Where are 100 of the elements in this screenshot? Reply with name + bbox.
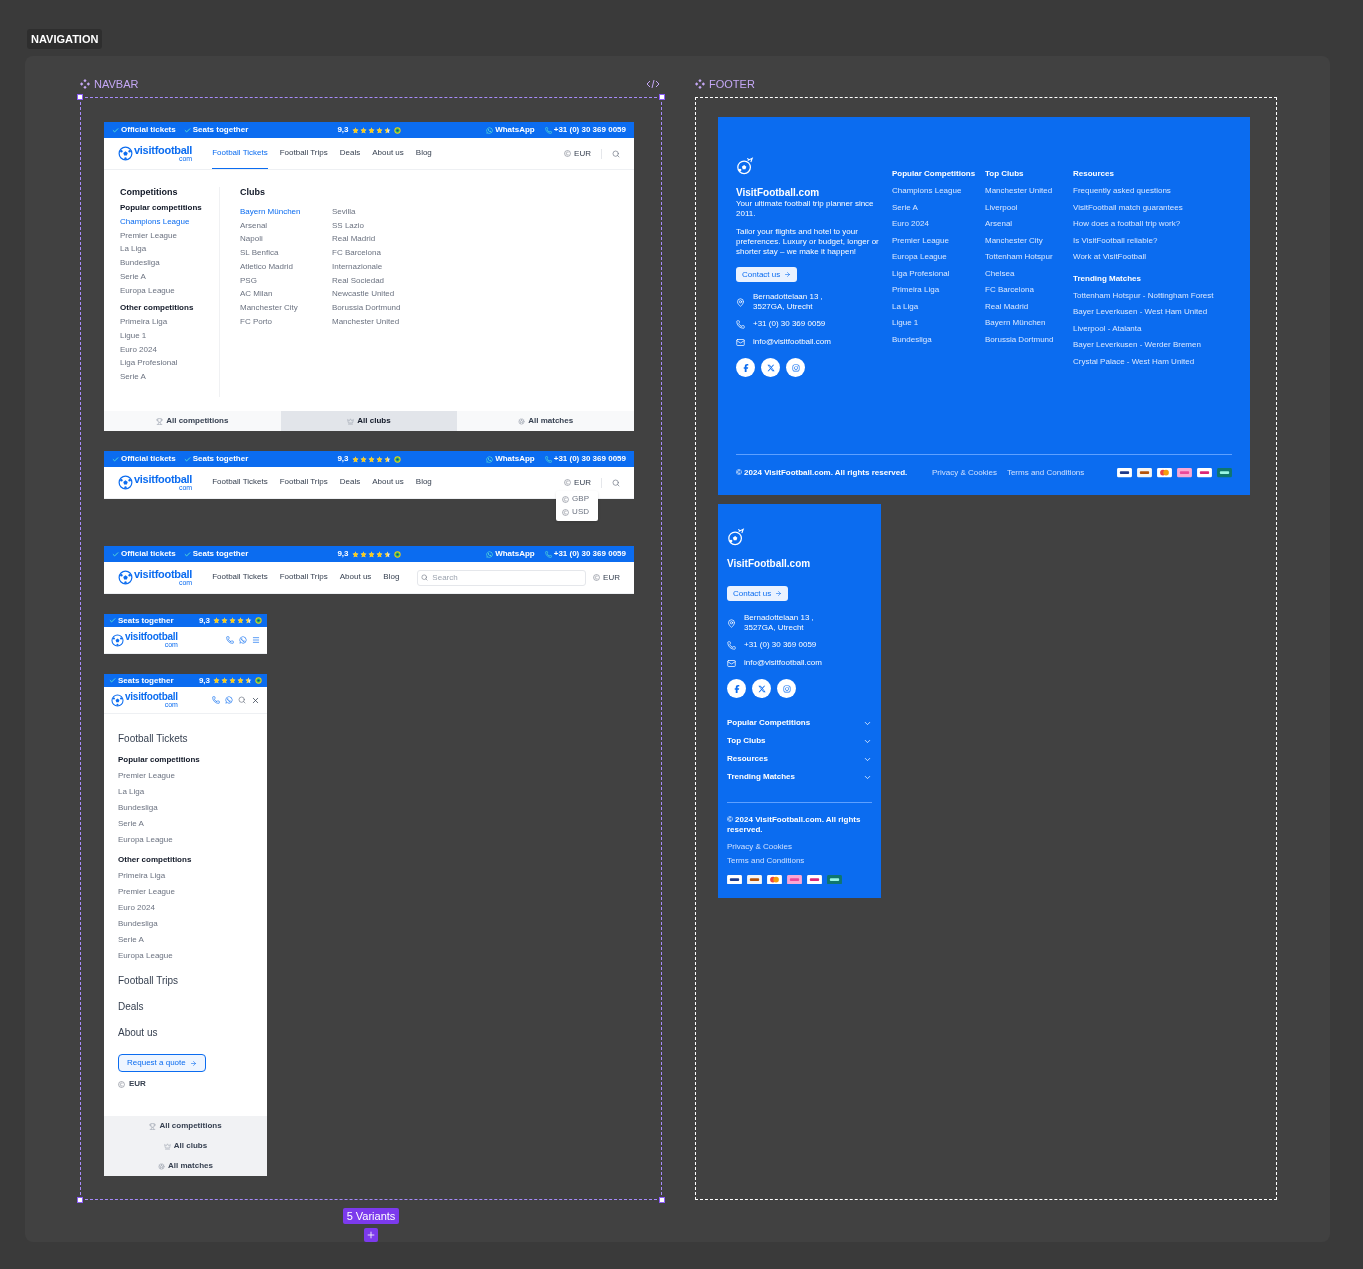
search-field[interactable]: Search	[417, 569, 587, 586]
menu-link[interactable]: Newcastle United	[332, 287, 412, 301]
currency-selector[interactable]: EUR	[564, 147, 591, 160]
search-icon[interactable]	[612, 478, 620, 487]
menu-section-link[interactable]: Deals	[118, 994, 253, 1020]
whatsapp-icon[interactable]	[225, 696, 233, 704]
nav-link[interactable]: Blog	[383, 562, 400, 593]
menu-link[interactable]: Euro 2024	[118, 900, 253, 916]
x-social-button[interactable]	[752, 679, 771, 698]
phone-link[interactable]: +31 (0) 30 369 0059	[544, 453, 626, 465]
resize-handle[interactable]	[77, 94, 83, 100]
nav-link[interactable]: About us	[339, 562, 372, 593]
menu-footer-link[interactable]: All competitions	[149, 1120, 222, 1132]
menu-link[interactable]: Sevilla	[332, 205, 412, 219]
request-quote-button[interactable]: Request a quote	[118, 1054, 206, 1072]
footer-link[interactable]: Bayer Leverkusen - West Ham United	[1073, 304, 1231, 321]
menu-link[interactable]: Serie A	[120, 370, 219, 384]
menu-link[interactable]: Serie A	[120, 269, 219, 284]
phone-link[interactable]: +31 (0) 30 369 0059	[544, 124, 626, 136]
menu-link[interactable]: Serie A	[118, 816, 253, 832]
footer-link[interactable]: Crystal Palace - West Ham United	[1073, 353, 1231, 370]
footer-link[interactable]: Champions League	[892, 183, 985, 200]
x-social-button[interactable]	[761, 358, 780, 377]
whatsapp-link[interactable]: WhatsApp	[486, 453, 535, 465]
footer-link[interactable]: Tottenham Hotspur - Nottingham Forest	[1073, 287, 1231, 304]
legal-link[interactable]: Privacy & Cookies	[932, 467, 997, 479]
phone-link[interactable]: +31 (0) 30 369 0059	[544, 548, 626, 560]
email-link[interactable]: info@visitfootball.com	[744, 657, 822, 669]
menu-link[interactable]: La Liga	[120, 242, 219, 257]
menu-link[interactable]: Premier League	[118, 884, 253, 900]
footer-link[interactable]: Manchester United	[985, 183, 1073, 200]
menu-link[interactable]: Europa League	[118, 948, 253, 964]
menu-link[interactable]: Bayern München	[240, 205, 320, 219]
footer-link[interactable]: Borussia Dortmund	[985, 331, 1073, 348]
menu-link[interactable]: Arsenal	[240, 218, 320, 233]
nav-link[interactable]: Football Tickets	[212, 562, 268, 593]
footer-link[interactable]: Ligue 1	[892, 315, 985, 332]
nav-link[interactable]: Football Tickets	[212, 138, 268, 169]
footer-link[interactable]: Tottenham Hotspur	[985, 249, 1073, 266]
menu-link[interactable]: Borussia Dortmund	[332, 300, 412, 315]
nav-link[interactable]: About us	[372, 138, 404, 169]
menu-link[interactable]: Atletico Madrid	[240, 259, 320, 274]
add-variant-button[interactable]	[364, 1228, 378, 1242]
menu-link[interactable]: Internazionale	[332, 259, 412, 274]
footer-link[interactable]: Work at VisitFootball	[1073, 249, 1231, 266]
currency-selector[interactable]: EUR	[118, 1078, 146, 1090]
menu-footer-tab[interactable]: All clubs	[280, 411, 458, 431]
currency-selector[interactable]: EUR	[593, 571, 620, 584]
phone-link[interactable]: +31 (0) 30 369 0059	[744, 639, 817, 651]
legal-link[interactable]: Terms and Conditions	[1006, 467, 1085, 479]
menu-footer-tab[interactable]: All competitions	[104, 411, 281, 431]
menu-footer-link[interactable]: All clubs	[163, 1140, 208, 1152]
currency-option[interactable]: USD	[556, 505, 599, 519]
footer-link[interactable]: Liverpool - Atalanta	[1073, 320, 1231, 337]
search-icon[interactable]	[238, 696, 246, 704]
footer-link[interactable]: Bayern München	[985, 315, 1073, 332]
nav-link[interactable]: Football Tickets	[212, 467, 268, 498]
nav-link[interactable]: Deals	[339, 138, 361, 169]
code-icon[interactable]	[646, 79, 660, 89]
menu-link[interactable]: AC Milan	[240, 287, 320, 301]
footer-link[interactable]: Real Madrid	[985, 298, 1073, 315]
footer-link[interactable]: Chelsea	[985, 265, 1073, 282]
close-icon[interactable]	[251, 695, 260, 705]
menu-link[interactable]: Serie A	[118, 932, 253, 948]
footer-accordion[interactable]: Trending Matches	[727, 768, 872, 786]
footer-link[interactable]: Arsenal	[985, 216, 1073, 233]
nav-link[interactable]: Blog	[415, 138, 432, 169]
phone-icon[interactable]	[212, 696, 220, 704]
instagram-button[interactable]	[786, 358, 805, 377]
currency-selector[interactable]: EUR	[564, 476, 591, 489]
footer-link[interactable]: Premier League	[892, 232, 985, 249]
menu-link[interactable]: Euro 2024	[120, 342, 219, 357]
legal-link[interactable]: Terms and Conditions	[727, 855, 805, 867]
whatsapp-link[interactable]: WhatsApp	[486, 548, 535, 560]
footer-link[interactable]: Frequently asked questions	[1073, 183, 1231, 200]
nav-link[interactable]: Deals	[339, 467, 361, 498]
contact-button[interactable]: Contact us	[736, 267, 798, 282]
facebook-button[interactable]	[736, 358, 755, 377]
footer-link[interactable]: Is VisitFootball reliable?	[1073, 232, 1231, 249]
menu-link[interactable]: Real Madrid	[332, 232, 412, 247]
menu-link[interactable]: La Liga	[118, 784, 253, 800]
resize-handle[interactable]	[659, 1197, 665, 1203]
nav-link[interactable]: About us	[372, 467, 404, 498]
menu-link[interactable]: Europa League	[120, 283, 219, 298]
resize-handle[interactable]	[659, 94, 665, 100]
footer-link[interactable]: Euro 2024	[892, 216, 985, 233]
menu-link[interactable]: FC Porto	[240, 314, 320, 329]
footer-link[interactable]: Manchester City	[985, 232, 1073, 249]
whatsapp-link[interactable]: WhatsApp	[486, 124, 535, 136]
footer-link[interactable]: Bayer Leverkusen - Werder Bremen	[1073, 337, 1231, 354]
footer-link[interactable]: Primeira Liga	[892, 282, 985, 299]
menu-link[interactable]: Bundesliga	[120, 256, 219, 270]
footer-link[interactable]: Europa League	[892, 249, 985, 266]
nav-link[interactable]: Football Trips	[279, 562, 328, 593]
menu-link[interactable]: Liga Profesional	[120, 356, 219, 371]
footer-link[interactable]: La Liga	[892, 298, 985, 315]
menu-section-link[interactable]: Football Trips	[118, 968, 253, 994]
facebook-button[interactable]	[727, 679, 746, 698]
nav-link[interactable]: Football Trips	[279, 467, 328, 498]
menu-link[interactable]: Premier League	[120, 228, 219, 243]
